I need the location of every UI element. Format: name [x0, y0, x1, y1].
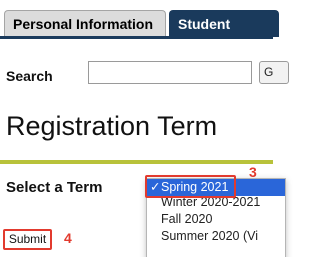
tab-underline — [0, 36, 273, 39]
term-option[interactable]: Summer 2020 (Vi — [147, 228, 285, 245]
tab-personal-information[interactable]: Personal Information — [4, 10, 166, 37]
section-divider — [0, 160, 273, 164]
tab-student[interactable]: Student — [169, 10, 279, 37]
annotation-step-3: 3 — [249, 164, 257, 180]
annotation-step-4: 4 — [64, 230, 72, 246]
tab-bar: Personal Information Student — [0, 0, 279, 39]
search-input[interactable] — [88, 61, 252, 84]
select-term-label: Select a Term — [6, 179, 103, 196]
search-label: Search — [6, 68, 53, 84]
term-option[interactable]: Fall 2020 — [147, 211, 285, 228]
submit-button[interactable]: Submit — [3, 229, 52, 250]
page-title: Registration Term — [6, 111, 218, 141]
search-go-button[interactable]: G — [259, 61, 289, 84]
annotation-highlight-box — [145, 175, 236, 198]
